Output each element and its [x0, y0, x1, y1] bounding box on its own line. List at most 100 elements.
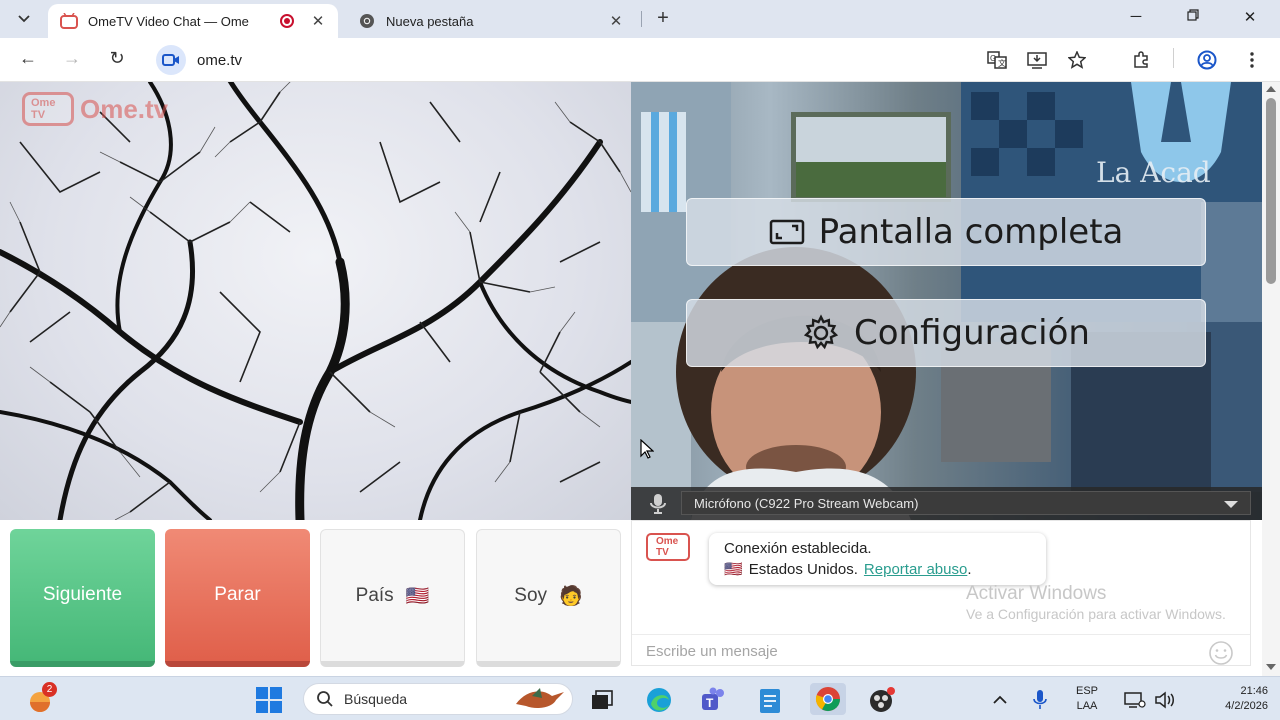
- install-app-icon[interactable]: [1025, 48, 1049, 72]
- gender-label: Soy: [514, 584, 548, 606]
- page-scrollbar[interactable]: [1262, 82, 1280, 676]
- search-icon: [317, 691, 333, 707]
- language-code: ESP: [1075, 685, 1098, 697]
- search-placeholder: Búsqueda: [344, 691, 408, 707]
- url-text: ome.tv: [197, 51, 243, 69]
- clock-time: 21:46: [1240, 685, 1268, 697]
- svg-text:G: G: [990, 54, 996, 63]
- scrollbar-thumb[interactable]: [1266, 98, 1276, 284]
- windows-activation-watermark: Activar Windows Ve a Configuración para …: [966, 583, 1246, 624]
- minimize-icon[interactable]: ─: [1125, 8, 1147, 30]
- taskbar-search[interactable]: Búsqueda: [303, 683, 573, 715]
- person-emoji-icon: 🧑: [559, 585, 583, 607]
- recording-indicator-icon: [280, 14, 294, 28]
- toolbar-separator: [1173, 48, 1174, 68]
- tab-ometv[interactable]: OmeTV Video Chat — Ome ✕: [48, 4, 338, 38]
- tab-strip: OmeTV Video Chat — Ome ✕ Nueva pestaña ✕…: [0, 0, 1280, 38]
- notepad-icon[interactable]: [755, 685, 785, 715]
- profile-icon[interactable]: [1195, 48, 1219, 72]
- chrome-favicon-icon: [358, 12, 376, 30]
- tab-title: Nueva pestaña: [386, 13, 474, 29]
- system-clock[interactable]: 21:46 4/2/2026: [1210, 684, 1268, 714]
- country-label: País: [355, 584, 394, 606]
- ometv-logo: Ome TV Ome.tv: [22, 92, 168, 126]
- microphone-tray-icon[interactable]: [1025, 685, 1055, 715]
- connection-status: Conexión establecida.: [724, 540, 872, 557]
- scroll-up-icon[interactable]: [1266, 86, 1276, 92]
- watermark-subtitle: Ve a Configuración para activar Windows.: [966, 606, 1226, 622]
- settings-button[interactable]: Configuración: [686, 299, 1206, 367]
- scroll-down-icon[interactable]: [1266, 664, 1276, 670]
- us-flag-icon: 🇺🇸: [724, 561, 743, 578]
- stop-button[interactable]: Parar: [165, 529, 310, 667]
- microphone-selected-value: Micrófono (C922 Pro Stream Webcam): [694, 495, 919, 511]
- report-suffix: .: [967, 561, 972, 578]
- stop-label: Parar: [214, 584, 261, 605]
- edge-browser-icon[interactable]: [644, 685, 674, 715]
- input-language[interactable]: ESP LAA: [1068, 684, 1106, 714]
- forward-icon[interactable]: →: [60, 48, 84, 72]
- next-button[interactable]: Siguiente: [10, 529, 155, 667]
- report-abuse-link[interactable]: Reportar abuso: [864, 561, 967, 578]
- more-menu-icon[interactable]: [1240, 48, 1264, 72]
- ometv-page: Ome TV Ome.tv La Acad Pantalla completa …: [0, 82, 1262, 676]
- address-bar[interactable]: ome.tv: [150, 42, 980, 78]
- fullscreen-label: Pantalla completa: [818, 212, 1124, 252]
- new-tab-button[interactable]: +: [652, 8, 674, 30]
- windows-taskbar: 2 Búsqueda T ESP LAA 21:46 4/2/2026: [0, 676, 1280, 720]
- tab-new-tab[interactable]: Nueva pestaña ✕: [346, 4, 636, 38]
- weather-widget-icon[interactable]: 2: [26, 682, 57, 715]
- microphone-bar: Micrófono (C922 Pro Stream Webcam): [631, 487, 1262, 520]
- next-label: Siguiente: [42, 584, 123, 605]
- ometv-favicon-icon: [60, 12, 78, 30]
- tab-title: OmeTV Video Chat — Ome: [88, 13, 249, 29]
- ometv-chat-logo-icon: Ome TV: [646, 533, 690, 561]
- extensions-icon[interactable]: [1129, 48, 1153, 72]
- close-tab-icon[interactable]: ✕: [308, 12, 328, 30]
- gear-icon: [803, 314, 839, 350]
- teams-icon[interactable]: T: [699, 685, 729, 715]
- search-highlight-bird-icon: [516, 688, 564, 708]
- chrome-taskbar-icon[interactable]: [810, 683, 846, 715]
- system-message: Conexión establecida. 🇺🇸 Estados Unidos.…: [709, 533, 1046, 585]
- tab-search-menu-button[interactable]: [10, 7, 38, 31]
- microphone-select[interactable]: Micrófono (C922 Pro Stream Webcam): [681, 491, 1251, 515]
- tab-separator: [641, 11, 642, 27]
- browser-toolbar: ← → ↻ ome.tv G文: [0, 38, 1280, 82]
- chat-logo-badge: Ome TV: [656, 536, 679, 558]
- clock-date: 4/2/2026: [1225, 700, 1268, 712]
- close-tab-icon[interactable]: ✕: [606, 12, 626, 30]
- svg-text:文: 文: [998, 58, 1006, 68]
- network-icon[interactable]: [1120, 685, 1150, 715]
- logo-badge-text: Ome TV: [31, 97, 56, 121]
- country-filter-button[interactable]: País 🇺🇸: [320, 529, 465, 667]
- site-info-camera-icon[interactable]: [156, 45, 186, 75]
- fullscreen-button[interactable]: Pantalla completa: [686, 198, 1206, 266]
- message-input[interactable]: Escribe un mensaje: [646, 643, 778, 660]
- partner-country: Estados Unidos.: [748, 561, 858, 578]
- task-view-icon[interactable]: [587, 685, 617, 715]
- self-video: La Acad Pantalla completa Configuración …: [631, 82, 1262, 520]
- windows-start-icon[interactable]: [254, 685, 284, 715]
- message-row: Escribe un mensaje: [632, 634, 1250, 665]
- chevron-down-icon: [1224, 501, 1238, 508]
- reload-icon[interactable]: ↻: [105, 48, 129, 72]
- keyboard-layout: LAA: [1076, 700, 1098, 712]
- restore-icon[interactable]: [1182, 8, 1204, 30]
- weather-badge: 2: [42, 682, 57, 697]
- back-icon[interactable]: ←: [16, 48, 40, 72]
- ometv-tv-icon: Ome TV: [22, 92, 74, 126]
- translate-icon[interactable]: G文: [985, 48, 1009, 72]
- settings-label: Configuración: [854, 313, 1090, 353]
- bare-tree-branches-image: [0, 82, 631, 520]
- show-hidden-icons-icon[interactable]: [985, 685, 1015, 715]
- bookmark-star-icon[interactable]: [1065, 48, 1089, 72]
- mouse-cursor-icon: [640, 439, 654, 459]
- volume-icon[interactable]: [1150, 685, 1180, 715]
- chat-panel: Ome TV Conexión establecida. 🇺🇸 Estados …: [631, 520, 1251, 666]
- chevron-down-icon: [18, 15, 30, 23]
- obs-recording-icon[interactable]: [866, 685, 896, 715]
- close-window-icon[interactable]: ✕: [1239, 8, 1261, 30]
- gender-button[interactable]: Soy 🧑: [476, 529, 621, 667]
- emoji-smile-icon[interactable]: [1208, 640, 1234, 666]
